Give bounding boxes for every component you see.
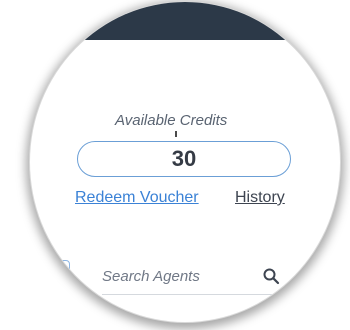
search-agents-input[interactable] [102,264,252,288]
credits-value-box: 30 [77,141,291,177]
agent-filter-box-fragment[interactable] [30,260,70,304]
magnifier-lens: Available Credits 30 Redeem Voucher Hist… [30,2,340,322]
credits-pointer-tick [175,131,177,137]
redeem-voucher-link[interactable]: Redeem Voucher [75,189,199,207]
search-agents-field [102,264,288,295]
top-nav-bar [30,2,340,40]
search-icon[interactable] [262,267,280,285]
history-link[interactable]: History [235,189,285,207]
credits-value: 30 [171,146,197,171]
available-credits-label: Available Credits [115,112,228,129]
